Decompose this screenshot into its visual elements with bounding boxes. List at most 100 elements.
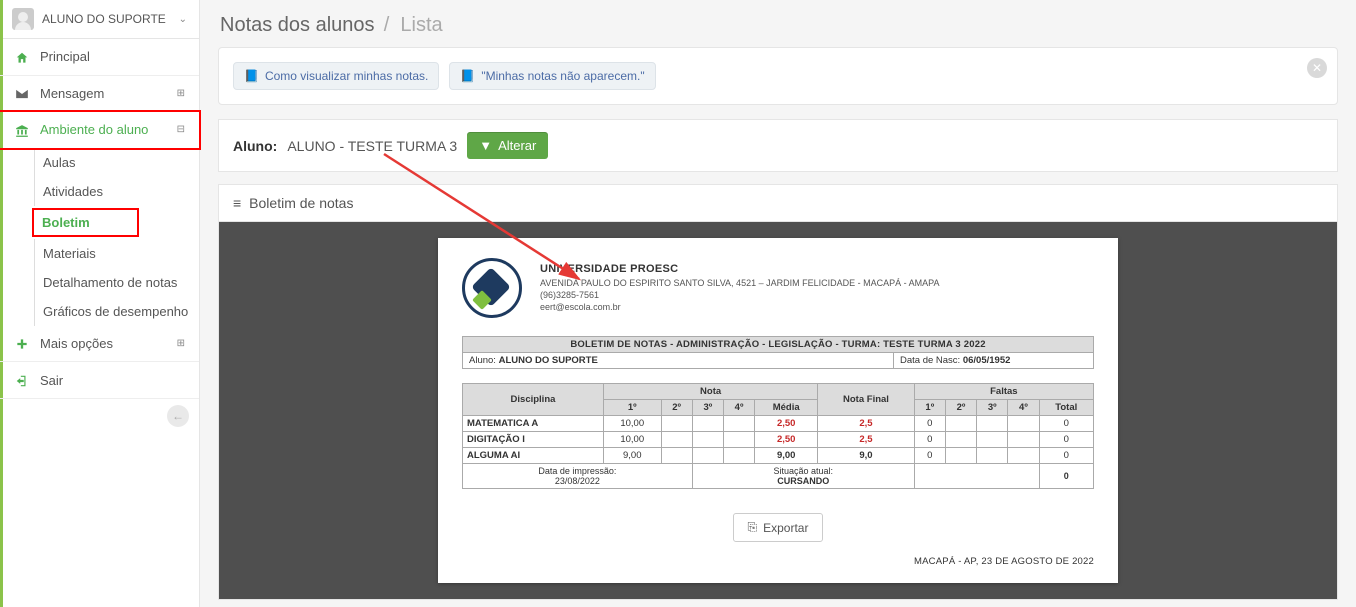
doc-email: eert@escola.com.br xyxy=(540,301,939,313)
cell-ftot: 0 xyxy=(1039,416,1093,432)
arrow-left-icon: ← xyxy=(167,405,189,427)
breadcrumb: Lista xyxy=(400,14,442,36)
nav-ambiente-submenu: Aulas Atividades Boletim Materiais Detal… xyxy=(0,148,199,326)
cell-disc: MATEMATICA A xyxy=(463,416,604,432)
collapse-icon: ⊟ xyxy=(177,124,185,135)
cell-f3 xyxy=(977,416,1008,432)
help-link-nao-aparecem[interactable]: 📘 "Minhas notas não aparecem." xyxy=(449,62,655,90)
sub-aulas[interactable]: Aulas xyxy=(34,148,199,177)
col-n2: 2º xyxy=(661,400,692,416)
sub-materiais[interactable]: Materiais xyxy=(34,239,199,268)
cell-ftot: 0 xyxy=(1039,448,1093,464)
col-f1: 1º xyxy=(914,400,945,416)
sit-value: CURSANDO xyxy=(777,476,829,486)
total-faltas: 0 xyxy=(1039,464,1093,489)
col-ftotal: Total xyxy=(1039,400,1093,416)
doc-nasc-value: 06/05/1952 xyxy=(963,355,1011,366)
sub-aulas-label: Aulas xyxy=(43,155,76,170)
cell-disc: DIGITAÇÃO I xyxy=(463,432,604,448)
sub-graficos[interactable]: Gráficos de desempenho xyxy=(34,297,199,326)
cell-n4 xyxy=(723,432,754,448)
cell-n4 xyxy=(723,448,754,464)
nav-sair[interactable]: Sair xyxy=(0,362,199,399)
cell-f4 xyxy=(1008,448,1039,464)
nav-principal-label: Principal xyxy=(40,49,90,64)
cell-f4 xyxy=(1008,416,1039,432)
chevron-down-icon: ⌄ xyxy=(179,14,187,25)
book-icon: 📘 xyxy=(244,69,259,83)
help-close-button[interactable]: ✕ xyxy=(1307,58,1327,78)
impr-label: Data de impressão: xyxy=(538,466,616,476)
aluno-value: ALUNO - TESTE TURMA 3 xyxy=(287,138,457,154)
aluno-label: Aluno: xyxy=(233,138,277,154)
grades-table: Disciplina Nota Nota Final Faltas 1º 2º … xyxy=(462,383,1094,489)
filter-icon: ▼ xyxy=(479,138,492,153)
table-row: DIGITAÇÃO I10,002,502,500 xyxy=(463,432,1094,448)
sub-detalhamento[interactable]: Detalhamento de notas xyxy=(34,268,199,297)
book-icon: 📘 xyxy=(460,69,475,83)
col-f2: 2º xyxy=(945,400,976,416)
page-header: Notas dos alunos / Lista xyxy=(200,0,1356,47)
mail-icon xyxy=(14,86,30,102)
col-n4: 4º xyxy=(723,400,754,416)
cell-n4 xyxy=(723,416,754,432)
list-icon: ≡ xyxy=(233,195,241,211)
doc-bol-title: BOLETIM DE NOTAS - ADMINISTRAÇÃO - LEGIS… xyxy=(463,337,1093,353)
user-name: ALUNO DO SUPORTE xyxy=(42,12,166,26)
avatar-icon xyxy=(12,8,34,30)
plus-icon xyxy=(14,336,30,352)
nav-principal[interactable]: Principal xyxy=(0,39,199,76)
cell-n2 xyxy=(661,432,692,448)
expand-icon: ⊞ xyxy=(177,338,185,349)
panel-title: Boletim de notas xyxy=(249,195,353,211)
cell-n1: 10,00 xyxy=(603,416,661,432)
col-disciplina: Disciplina xyxy=(463,384,604,416)
exportar-button[interactable]: ⎘ Exportar xyxy=(733,513,824,542)
sub-materiais-label: Materiais xyxy=(43,246,96,261)
cell-n3 xyxy=(692,432,723,448)
exit-icon xyxy=(14,372,30,388)
alterar-button[interactable]: ▼ Alterar xyxy=(467,132,548,159)
cell-n3 xyxy=(692,416,723,432)
user-menu[interactable]: ALUNO DO SUPORTE ⌄ xyxy=(0,0,199,39)
help-link-visualizar[interactable]: 📘 Como visualizar minhas notas. xyxy=(233,62,439,90)
boletim-panel: ≡ Boletim de notas UNIVERSIDADE PROESC A… xyxy=(218,184,1338,600)
exportar-button-label: Exportar xyxy=(763,521,808,535)
nav-mais-opcoes[interactable]: Mais opções ⊞ xyxy=(0,326,199,363)
nav-mais-opcoes-label: Mais opções xyxy=(40,336,113,351)
panel-header: ≡ Boletim de notas xyxy=(219,185,1337,222)
col-f4: 4º xyxy=(1008,400,1039,416)
sit-label: Situação atual: xyxy=(773,466,833,476)
col-f3: 3º xyxy=(977,400,1008,416)
col-faltas: Faltas xyxy=(914,384,1093,400)
nav-sair-label: Sair xyxy=(40,373,63,388)
school-logo xyxy=(462,258,522,318)
sidebar: ALUNO DO SUPORTE ⌄ Principal Mensagem ⊞ … xyxy=(0,0,200,607)
doc-aluno-value: ALUNO DO SUPORTE xyxy=(499,355,598,366)
sub-boletim[interactable]: Boletim xyxy=(32,208,139,237)
cell-f4 xyxy=(1008,432,1039,448)
col-notafinal: Nota Final xyxy=(818,384,914,416)
close-icon: ✕ xyxy=(1312,61,1322,75)
doc-aluno-label: Aluno: xyxy=(469,355,496,366)
home-icon xyxy=(14,49,30,65)
cell-n1: 10,00 xyxy=(603,432,661,448)
doc-nasc-label: Data de Nasc: xyxy=(900,355,960,366)
cell-f2 xyxy=(945,432,976,448)
breadcrumb-sep: / xyxy=(378,14,400,36)
cell-n2 xyxy=(661,448,692,464)
table-row: MATEMATICA A10,002,502,500 xyxy=(463,416,1094,432)
bank-icon xyxy=(14,122,30,138)
sidebar-collapse[interactable]: ← xyxy=(0,399,199,433)
nav-mensagem[interactable]: Mensagem ⊞ xyxy=(0,76,199,113)
cell-f1: 0 xyxy=(914,448,945,464)
help-link-nao-aparecem-label: "Minhas notas não aparecem." xyxy=(481,69,644,83)
impr-value: 23/08/2022 xyxy=(555,476,600,486)
cell-final: 2,5 xyxy=(818,432,914,448)
cell-ftot: 0 xyxy=(1039,432,1093,448)
cell-f2 xyxy=(945,416,976,432)
doc-university: UNIVERSIDADE PROESC xyxy=(540,262,939,277)
nav-ambiente-aluno[interactable]: Ambiente do aluno ⊟ xyxy=(0,110,201,150)
cell-media: 2,50 xyxy=(755,432,818,448)
sub-atividades[interactable]: Atividades xyxy=(34,177,199,206)
